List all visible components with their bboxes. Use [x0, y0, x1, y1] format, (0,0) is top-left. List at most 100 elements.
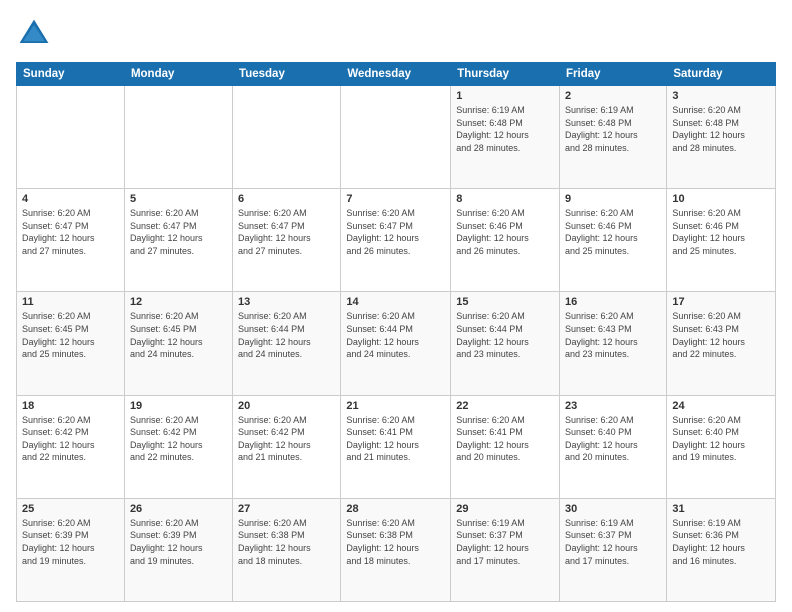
day-header-wednesday: Wednesday	[341, 63, 451, 86]
day-info: Sunrise: 6:20 AM Sunset: 6:46 PM Dayligh…	[565, 207, 661, 257]
day-number: 15	[456, 296, 554, 308]
calendar-cell: 1 Sunrise: 6:19 AM Sunset: 6:48 PM Daylig…	[451, 86, 560, 189]
day-number: 29	[456, 503, 554, 515]
calendar-cell: 14 Sunrise: 6:20 AM Sunset: 6:44 PM Dayli…	[341, 292, 451, 395]
day-headers-row: SundayMondayTuesdayWednesdayThursdayFrid…	[17, 63, 776, 86]
day-number: 17	[672, 296, 770, 308]
calendar-cell: 22 Sunrise: 6:20 AM Sunset: 6:41 PM Dayli…	[451, 395, 560, 498]
day-number: 2	[565, 90, 661, 102]
day-info: Sunrise: 6:20 AM Sunset: 6:45 PM Dayligh…	[22, 310, 119, 360]
calendar-cell: 5Sunrise: 6:20 AM Sunset: 6:47 PM Daylig…	[124, 189, 232, 292]
day-info: Sunrise: 6:20 AM Sunset: 6:41 PM Dayligh…	[346, 414, 445, 464]
day-header-friday: Friday	[560, 63, 667, 86]
day-number: 5	[130, 193, 227, 205]
calendar-cell: 10 Sunrise: 6:20 AM Sunset: 6:46 PM Dayli…	[667, 189, 776, 292]
day-number: 30	[565, 503, 661, 515]
calendar-cell: 20Sunrise: 6:20 AM Sunset: 6:42 PM Dayli…	[233, 395, 341, 498]
day-number: 24	[672, 400, 770, 412]
calendar-cell: 7 Sunrise: 6:20 AM Sunset: 6:47 PM Daylig…	[341, 189, 451, 292]
calendar-cell: 31 Sunrise: 6:19 AM Sunset: 6:36 PM Dayli…	[667, 498, 776, 601]
day-number: 3	[672, 90, 770, 102]
day-number: 7	[346, 193, 445, 205]
day-info: Sunrise: 6:20 AM Sunset: 6:38 PM Dayligh…	[238, 517, 335, 567]
week-row-2: 4 Sunrise: 6:20 AM Sunset: 6:47 PM Daylig…	[17, 189, 776, 292]
day-number: 9	[565, 193, 661, 205]
calendar-cell: 18 Sunrise: 6:20 AM Sunset: 6:42 PM Dayli…	[17, 395, 125, 498]
day-info: Sunrise: 6:19 AM Sunset: 6:48 PM Dayligh…	[565, 104, 661, 154]
calendar-table: SundayMondayTuesdayWednesdayThursdayFrid…	[16, 62, 776, 602]
calendar: SundayMondayTuesdayWednesdayThursdayFrid…	[16, 62, 776, 602]
day-info: Sunrise: 6:19 AM Sunset: 6:37 PM Dayligh…	[565, 517, 661, 567]
day-number: 11	[22, 296, 119, 308]
calendar-cell: 26Sunrise: 6:20 AM Sunset: 6:39 PM Dayli…	[124, 498, 232, 601]
day-info: Sunrise: 6:20 AM Sunset: 6:44 PM Dayligh…	[238, 310, 335, 360]
header	[16, 16, 776, 52]
day-info: Sunrise: 6:20 AM Sunset: 6:48 PM Dayligh…	[672, 104, 770, 154]
week-row-3: 11 Sunrise: 6:20 AM Sunset: 6:45 PM Dayli…	[17, 292, 776, 395]
day-info: Sunrise: 6:20 AM Sunset: 6:46 PM Dayligh…	[456, 207, 554, 257]
day-number: 19	[130, 400, 227, 412]
page: SundayMondayTuesdayWednesdayThursdayFrid…	[0, 0, 792, 612]
day-info: Sunrise: 6:20 AM Sunset: 6:42 PM Dayligh…	[22, 414, 119, 464]
day-header-tuesday: Tuesday	[233, 63, 341, 86]
day-info: Sunrise: 6:20 AM Sunset: 6:44 PM Dayligh…	[456, 310, 554, 360]
calendar-cell: 28Sunrise: 6:20 AM Sunset: 6:38 PM Dayli…	[341, 498, 451, 601]
day-info: Sunrise: 6:19 AM Sunset: 6:37 PM Dayligh…	[456, 517, 554, 567]
week-row-5: 25 Sunrise: 6:20 AM Sunset: 6:39 PM Dayli…	[17, 498, 776, 601]
day-number: 14	[346, 296, 445, 308]
calendar-cell: 21 Sunrise: 6:20 AM Sunset: 6:41 PM Dayli…	[341, 395, 451, 498]
calendar-cell: 12Sunrise: 6:20 AM Sunset: 6:45 PM Dayli…	[124, 292, 232, 395]
day-number: 13	[238, 296, 335, 308]
day-number: 18	[22, 400, 119, 412]
day-number: 6	[238, 193, 335, 205]
day-number: 31	[672, 503, 770, 515]
calendar-cell: 29 Sunrise: 6:19 AM Sunset: 6:37 PM Dayli…	[451, 498, 560, 601]
calendar-cell: 13 Sunrise: 6:20 AM Sunset: 6:44 PM Dayli…	[233, 292, 341, 395]
week-row-4: 18 Sunrise: 6:20 AM Sunset: 6:42 PM Dayli…	[17, 395, 776, 498]
calendar-cell: 27 Sunrise: 6:20 AM Sunset: 6:38 PM Dayli…	[233, 498, 341, 601]
day-info: Sunrise: 6:20 AM Sunset: 6:39 PM Dayligh…	[130, 517, 227, 567]
day-number: 4	[22, 193, 119, 205]
day-number: 28	[346, 503, 445, 515]
day-info: Sunrise: 6:20 AM Sunset: 6:47 PM Dayligh…	[22, 207, 119, 257]
day-number: 25	[22, 503, 119, 515]
day-number: 22	[456, 400, 554, 412]
calendar-cell: 8Sunrise: 6:20 AM Sunset: 6:46 PM Daylig…	[451, 189, 560, 292]
calendar-cell: 25 Sunrise: 6:20 AM Sunset: 6:39 PM Dayli…	[17, 498, 125, 601]
day-info: Sunrise: 6:20 AM Sunset: 6:42 PM Dayligh…	[130, 414, 227, 464]
week-row-1: 1 Sunrise: 6:19 AM Sunset: 6:48 PM Daylig…	[17, 86, 776, 189]
day-header-monday: Monday	[124, 63, 232, 86]
calendar-cell: 16Sunrise: 6:20 AM Sunset: 6:43 PM Dayli…	[560, 292, 667, 395]
day-info: Sunrise: 6:20 AM Sunset: 6:47 PM Dayligh…	[346, 207, 445, 257]
day-info: Sunrise: 6:20 AM Sunset: 6:41 PM Dayligh…	[456, 414, 554, 464]
day-info: Sunrise: 6:20 AM Sunset: 6:42 PM Dayligh…	[238, 414, 335, 464]
calendar-cell: 17Sunrise: 6:20 AM Sunset: 6:43 PM Dayli…	[667, 292, 776, 395]
calendar-cell	[341, 86, 451, 189]
day-info: Sunrise: 6:20 AM Sunset: 6:44 PM Dayligh…	[346, 310, 445, 360]
calendar-cell: 9 Sunrise: 6:20 AM Sunset: 6:46 PM Daylig…	[560, 189, 667, 292]
day-info: Sunrise: 6:20 AM Sunset: 6:39 PM Dayligh…	[22, 517, 119, 567]
day-number: 27	[238, 503, 335, 515]
day-info: Sunrise: 6:19 AM Sunset: 6:36 PM Dayligh…	[672, 517, 770, 567]
calendar-cell: 3 Sunrise: 6:20 AM Sunset: 6:48 PM Daylig…	[667, 86, 776, 189]
day-info: Sunrise: 6:20 AM Sunset: 6:40 PM Dayligh…	[565, 414, 661, 464]
day-number: 1	[456, 90, 554, 102]
day-number: 10	[672, 193, 770, 205]
calendar-cell: 23Sunrise: 6:20 AM Sunset: 6:40 PM Dayli…	[560, 395, 667, 498]
calendar-cell	[17, 86, 125, 189]
day-info: Sunrise: 6:19 AM Sunset: 6:48 PM Dayligh…	[456, 104, 554, 154]
day-header-sunday: Sunday	[17, 63, 125, 86]
calendar-cell	[233, 86, 341, 189]
calendar-cell: 11 Sunrise: 6:20 AM Sunset: 6:45 PM Dayli…	[17, 292, 125, 395]
calendar-cell: 6 Sunrise: 6:20 AM Sunset: 6:47 PM Daylig…	[233, 189, 341, 292]
day-info: Sunrise: 6:20 AM Sunset: 6:46 PM Dayligh…	[672, 207, 770, 257]
calendar-cell: 4 Sunrise: 6:20 AM Sunset: 6:47 PM Daylig…	[17, 189, 125, 292]
calendar-cell: 15 Sunrise: 6:20 AM Sunset: 6:44 PM Dayli…	[451, 292, 560, 395]
calendar-cell: 30 Sunrise: 6:19 AM Sunset: 6:37 PM Dayli…	[560, 498, 667, 601]
day-info: Sunrise: 6:20 AM Sunset: 6:45 PM Dayligh…	[130, 310, 227, 360]
day-info: Sunrise: 6:20 AM Sunset: 6:47 PM Dayligh…	[238, 207, 335, 257]
day-info: Sunrise: 6:20 AM Sunset: 6:40 PM Dayligh…	[672, 414, 770, 464]
logo	[16, 16, 56, 52]
day-number: 21	[346, 400, 445, 412]
calendar-cell: 2 Sunrise: 6:19 AM Sunset: 6:48 PM Daylig…	[560, 86, 667, 189]
